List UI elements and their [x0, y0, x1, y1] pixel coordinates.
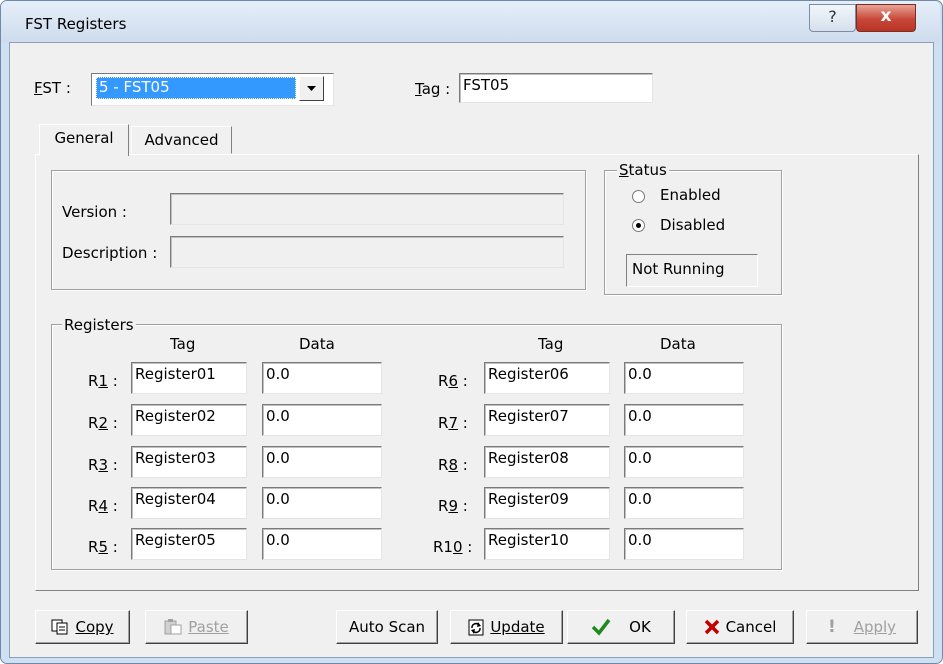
paste-icon: [164, 619, 182, 635]
r9-label: R9 :: [438, 497, 468, 515]
r6-data-input[interactable]: 0.0: [624, 362, 744, 394]
r10-data-input[interactable]: 0.0: [624, 528, 744, 560]
r5-data-input[interactable]: 0.0: [262, 528, 382, 560]
apply-label: Apply: [853, 618, 897, 636]
help-icon: ?: [828, 7, 837, 26]
window-title: FST Registers: [25, 15, 127, 33]
r5-label: R5 :: [88, 538, 118, 556]
fst-selected-value: 5 - FST05: [96, 77, 296, 99]
r7-label: R7 :: [438, 414, 468, 432]
version-field: [170, 193, 564, 225]
fst-label: FST :: [34, 79, 71, 97]
r1-tag-input[interactable]: Register01: [131, 362, 247, 394]
x-icon: [704, 619, 719, 635]
left-tag-header: Tag: [170, 335, 196, 353]
title-bar[interactable]: FST Registers ? x: [1, 1, 940, 43]
copy-label: Copy: [75, 618, 114, 636]
r4-data-input[interactable]: 0.0: [262, 487, 382, 519]
tab-general[interactable]: General: [39, 124, 129, 156]
help-button[interactable]: ?: [809, 4, 856, 32]
r3-data-input[interactable]: 0.0: [262, 446, 382, 478]
checkmark-icon: [591, 618, 611, 636]
cancel-label: Cancel: [725, 618, 777, 636]
update-label: Update: [490, 618, 545, 636]
close-icon: x: [880, 6, 892, 26]
r2-label: R2 :: [88, 414, 118, 432]
version-label: Version :: [62, 203, 127, 221]
r10-label: R10 :: [433, 538, 473, 556]
ok-button[interactable]: OK: [567, 610, 675, 644]
exclamation-icon: !: [827, 616, 836, 637]
registers-group-title: Registers: [62, 316, 136, 334]
enabled-label: Enabled: [660, 186, 721, 204]
update-button[interactable]: Update: [450, 610, 563, 644]
running-status: Not Running: [626, 254, 758, 287]
r9-tag-input[interactable]: Register09: [484, 487, 610, 519]
info-group: [51, 170, 586, 290]
r9-data-input[interactable]: 0.0: [624, 487, 744, 519]
fst-combobox[interactable]: 5 - FST05: [91, 73, 334, 106]
r8-data-input[interactable]: 0.0: [624, 446, 744, 478]
tab-advanced-label: Advanced: [144, 131, 219, 149]
disabled-label: Disabled: [660, 216, 726, 234]
r8-tag-input[interactable]: Register08: [484, 446, 610, 478]
r1-label: R1 :: [88, 372, 118, 390]
r7-data-input[interactable]: 0.0: [624, 404, 744, 436]
auto-scan-button[interactable]: Auto Scan: [336, 610, 438, 644]
copy-button[interactable]: Copy: [35, 610, 130, 644]
copy-icon: [51, 619, 68, 635]
paste-label: Paste: [188, 618, 229, 636]
description-label: Description :: [62, 244, 158, 262]
r3-tag-input[interactable]: Register03: [131, 446, 247, 478]
disabled-radio[interactable]: [632, 219, 645, 232]
right-data-header: Data: [660, 335, 696, 353]
tab-advanced[interactable]: Advanced: [131, 126, 232, 154]
paste-button[interactable]: Paste: [145, 610, 248, 644]
tag-input[interactable]: FST05: [459, 73, 653, 103]
tag-label: Tag :: [415, 80, 451, 98]
auto-scan-label: Auto Scan: [348, 618, 426, 636]
r2-tag-input[interactable]: Register02: [131, 404, 247, 436]
r4-tag-input[interactable]: Register04: [131, 487, 247, 519]
r3-label: R3 :: [88, 456, 118, 474]
enabled-radio[interactable]: [632, 190, 645, 203]
left-data-header: Data: [299, 335, 335, 353]
apply-button[interactable]: ! Apply: [806, 610, 918, 644]
r4-label: R4 :: [88, 497, 118, 515]
right-tag-header: Tag: [538, 335, 564, 353]
description-field: [170, 236, 564, 268]
r8-label: R8 :: [438, 456, 468, 474]
update-icon: [468, 619, 484, 635]
r6-label: R6 :: [438, 372, 468, 390]
dropdown-button[interactable]: [299, 76, 324, 101]
close-button[interactable]: x: [856, 4, 916, 32]
fst-label-text: ST :: [42, 79, 71, 97]
r6-tag-input[interactable]: Register06: [484, 362, 610, 394]
status-group-title: Status: [617, 161, 669, 179]
chevron-down-icon: [307, 86, 316, 91]
ok-label: OK: [629, 618, 651, 636]
r5-tag-input[interactable]: Register05: [131, 528, 247, 560]
r10-tag-input[interactable]: Register10: [484, 528, 610, 560]
r7-tag-input[interactable]: Register07: [484, 404, 610, 436]
r1-data-input[interactable]: 0.0: [262, 362, 382, 394]
cancel-button[interactable]: Cancel: [686, 610, 794, 644]
r2-data-input[interactable]: 0.0: [262, 404, 382, 436]
tab-general-label: General: [54, 129, 114, 147]
